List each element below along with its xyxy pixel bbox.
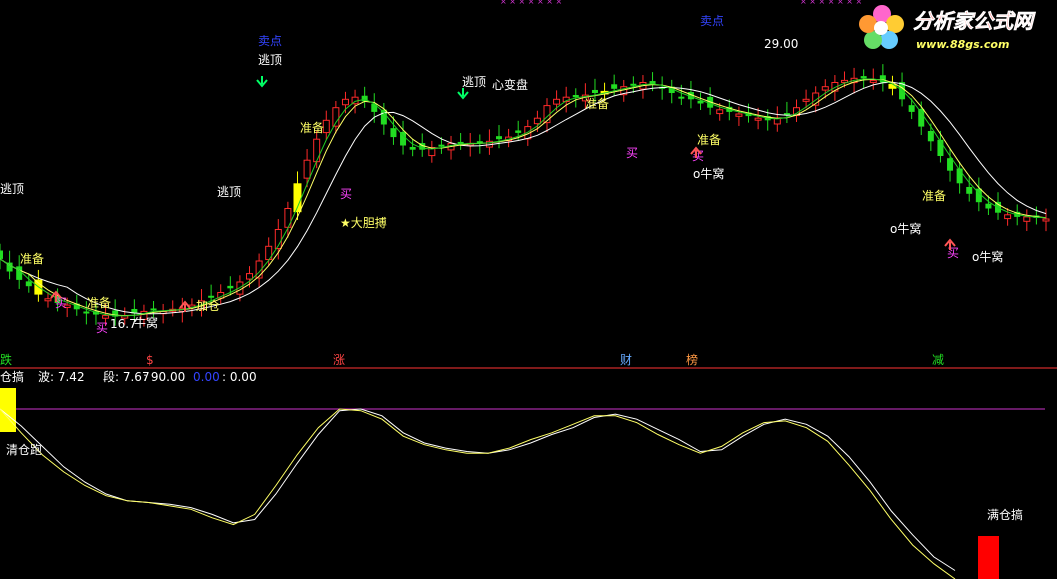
nest-label: o牛窝 <box>972 249 1003 264</box>
escape-top-label: 逃顶 <box>258 53 282 67</box>
candle-body <box>515 130 522 133</box>
candle-body <box>533 117 541 125</box>
logo-title: 分析家公式网 <box>913 9 1036 33</box>
marker-wealth: 财 <box>620 353 632 367</box>
candle-body <box>985 203 992 209</box>
candle-body <box>208 295 215 298</box>
chart-canvas: 卖点 卖点 逃顶 逃顶 逃顶 逃顶 准备 准备 准备 准备 准备 准备 买 买 … <box>0 0 1057 579</box>
buy-label: 买 <box>626 146 638 160</box>
candle-body <box>322 119 330 134</box>
prepare-label: 准备 <box>87 296 111 310</box>
clear-run-label: 清仓跑 <box>6 443 42 457</box>
candle-body <box>918 108 925 127</box>
candle-body <box>246 273 254 280</box>
nest-label: o牛窝 <box>693 166 724 181</box>
clear-signal-bar <box>0 388 16 432</box>
candle-body <box>1023 216 1031 222</box>
top-marks-icon: × × × × × × × <box>500 0 562 6</box>
candle-body <box>553 98 561 105</box>
indicator-value-1: : 90.00 <box>143 370 185 384</box>
marker-reduce: 减 <box>932 353 944 367</box>
candle-body <box>341 98 349 106</box>
candle-body <box>44 298 52 302</box>
indicator-value-3: : 0.00 <box>222 370 257 384</box>
candle-body <box>83 311 90 314</box>
candle-body <box>1042 218 1050 222</box>
indicator-name: 仓搞 <box>0 369 24 384</box>
candle-body <box>572 94 579 98</box>
candle-body <box>543 105 551 124</box>
buy-label: 买 <box>96 321 108 335</box>
candle-body <box>888 83 897 89</box>
prepare-label: 准备 <box>922 189 946 203</box>
candle-body <box>754 117 762 121</box>
nest-label: 牛窝 <box>134 315 158 330</box>
candle-body <box>678 96 685 99</box>
candle-body <box>630 83 637 86</box>
candle-body <box>16 266 23 280</box>
low-price-label: 16.7 <box>110 317 137 331</box>
prepare-label: 准备 <box>697 133 721 147</box>
buy-label: 买 <box>340 187 352 201</box>
chart-background <box>0 0 1057 579</box>
candle-body <box>25 281 32 287</box>
candle-body <box>496 136 503 140</box>
marker-list: 榜 <box>686 352 698 367</box>
logo-url: www.88gs.com <box>916 38 1009 51</box>
candle-body <box>0 250 3 259</box>
candle-body <box>821 86 829 91</box>
candle-body <box>150 308 157 311</box>
add-position-label: 加仓 <box>196 299 220 313</box>
candle-body <box>908 105 915 112</box>
escape-top-label: 逃顶 <box>0 182 24 196</box>
candle-body <box>390 128 397 138</box>
peak-price-label: 29.00 <box>764 37 798 51</box>
buy-label: 买 <box>947 246 959 260</box>
nest-label: o牛窝 <box>890 221 921 236</box>
candle-body <box>735 113 743 117</box>
marker-fall: 跌 <box>0 352 12 367</box>
marker-dollar: $ <box>146 353 154 367</box>
candle-body <box>860 76 867 79</box>
top-marks-icon: × × × × × × × <box>800 0 862 6</box>
candle-body <box>313 138 321 163</box>
sell-point-label: 卖点 <box>258 34 282 48</box>
candle-body <box>869 79 877 83</box>
prepare-label: 准备 <box>300 121 324 135</box>
indicator-wave-value: 波: 7.42 <box>38 370 85 384</box>
marker-rise: 涨 <box>333 352 345 367</box>
bold-buy-label: ★大胆搏 <box>340 216 387 230</box>
prepare-label: 准备 <box>585 97 609 111</box>
heart-change-label: 心变盘 <box>492 77 528 92</box>
candle-body <box>102 315 110 319</box>
prepare-label: 准备 <box>20 252 44 266</box>
escape-top-label: 逃顶 <box>217 185 241 199</box>
candle-body <box>716 109 724 115</box>
candle-body <box>591 89 598 93</box>
candle-body <box>966 186 973 194</box>
candle-body <box>927 131 934 142</box>
indicator-value-2: 0.00 <box>193 370 220 384</box>
candle-body <box>438 144 445 147</box>
candle-body <box>227 285 234 289</box>
full-signal-bar <box>978 536 999 579</box>
candle-body <box>303 159 311 179</box>
candle-body <box>611 84 618 89</box>
escape-top-label: 逃顶 <box>462 75 486 89</box>
indicator-header: 仓搞 波: 7.42 段: 7.67 : 90.00 0.00 : 0.00 <box>0 369 257 384</box>
sell-point-label: 卖点 <box>700 14 724 28</box>
candle-body <box>802 98 810 102</box>
candle-body <box>409 146 416 150</box>
full-position-label: 满仓搞 <box>987 507 1023 522</box>
candle-body <box>947 158 954 171</box>
candle-body <box>1004 214 1012 220</box>
